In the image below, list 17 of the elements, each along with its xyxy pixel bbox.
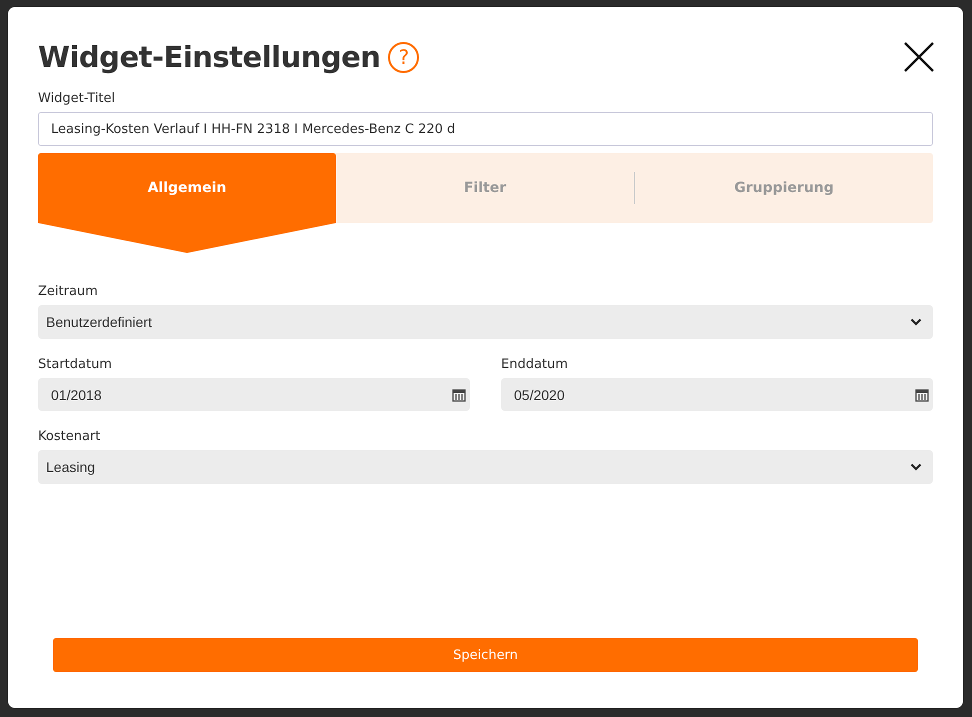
dropdown[interactable]: Benutzerdefiniert xyxy=(38,305,933,339)
input-field[interactable]: Leasing-Kosten Verlauf I HH-FN 2318 I Mercedes-Benz C 220 d xyxy=(38,112,933,146)
chevron-down-icon xyxy=(910,463,922,471)
tab-pointer-icon xyxy=(38,223,336,253)
calendar-icon xyxy=(452,388,466,402)
field-label: Zeitraum xyxy=(38,284,99,299)
close-icon[interactable] xyxy=(903,41,935,73)
calendar-icon xyxy=(915,388,929,402)
field-label: Kostenart xyxy=(38,429,102,444)
field-label: Enddatum xyxy=(501,357,569,372)
field-label: Widget-Titel xyxy=(38,91,116,106)
dropdown[interactable]: Leasing xyxy=(38,450,933,484)
field-label: Startdatum xyxy=(38,357,113,372)
dialog-title: Widget-Einstellungen xyxy=(38,40,380,74)
date-field[interactable]: 01/2018 xyxy=(38,378,470,411)
date-field[interactable]: 05/2020 xyxy=(501,378,933,411)
chevron-down-icon xyxy=(910,318,922,326)
